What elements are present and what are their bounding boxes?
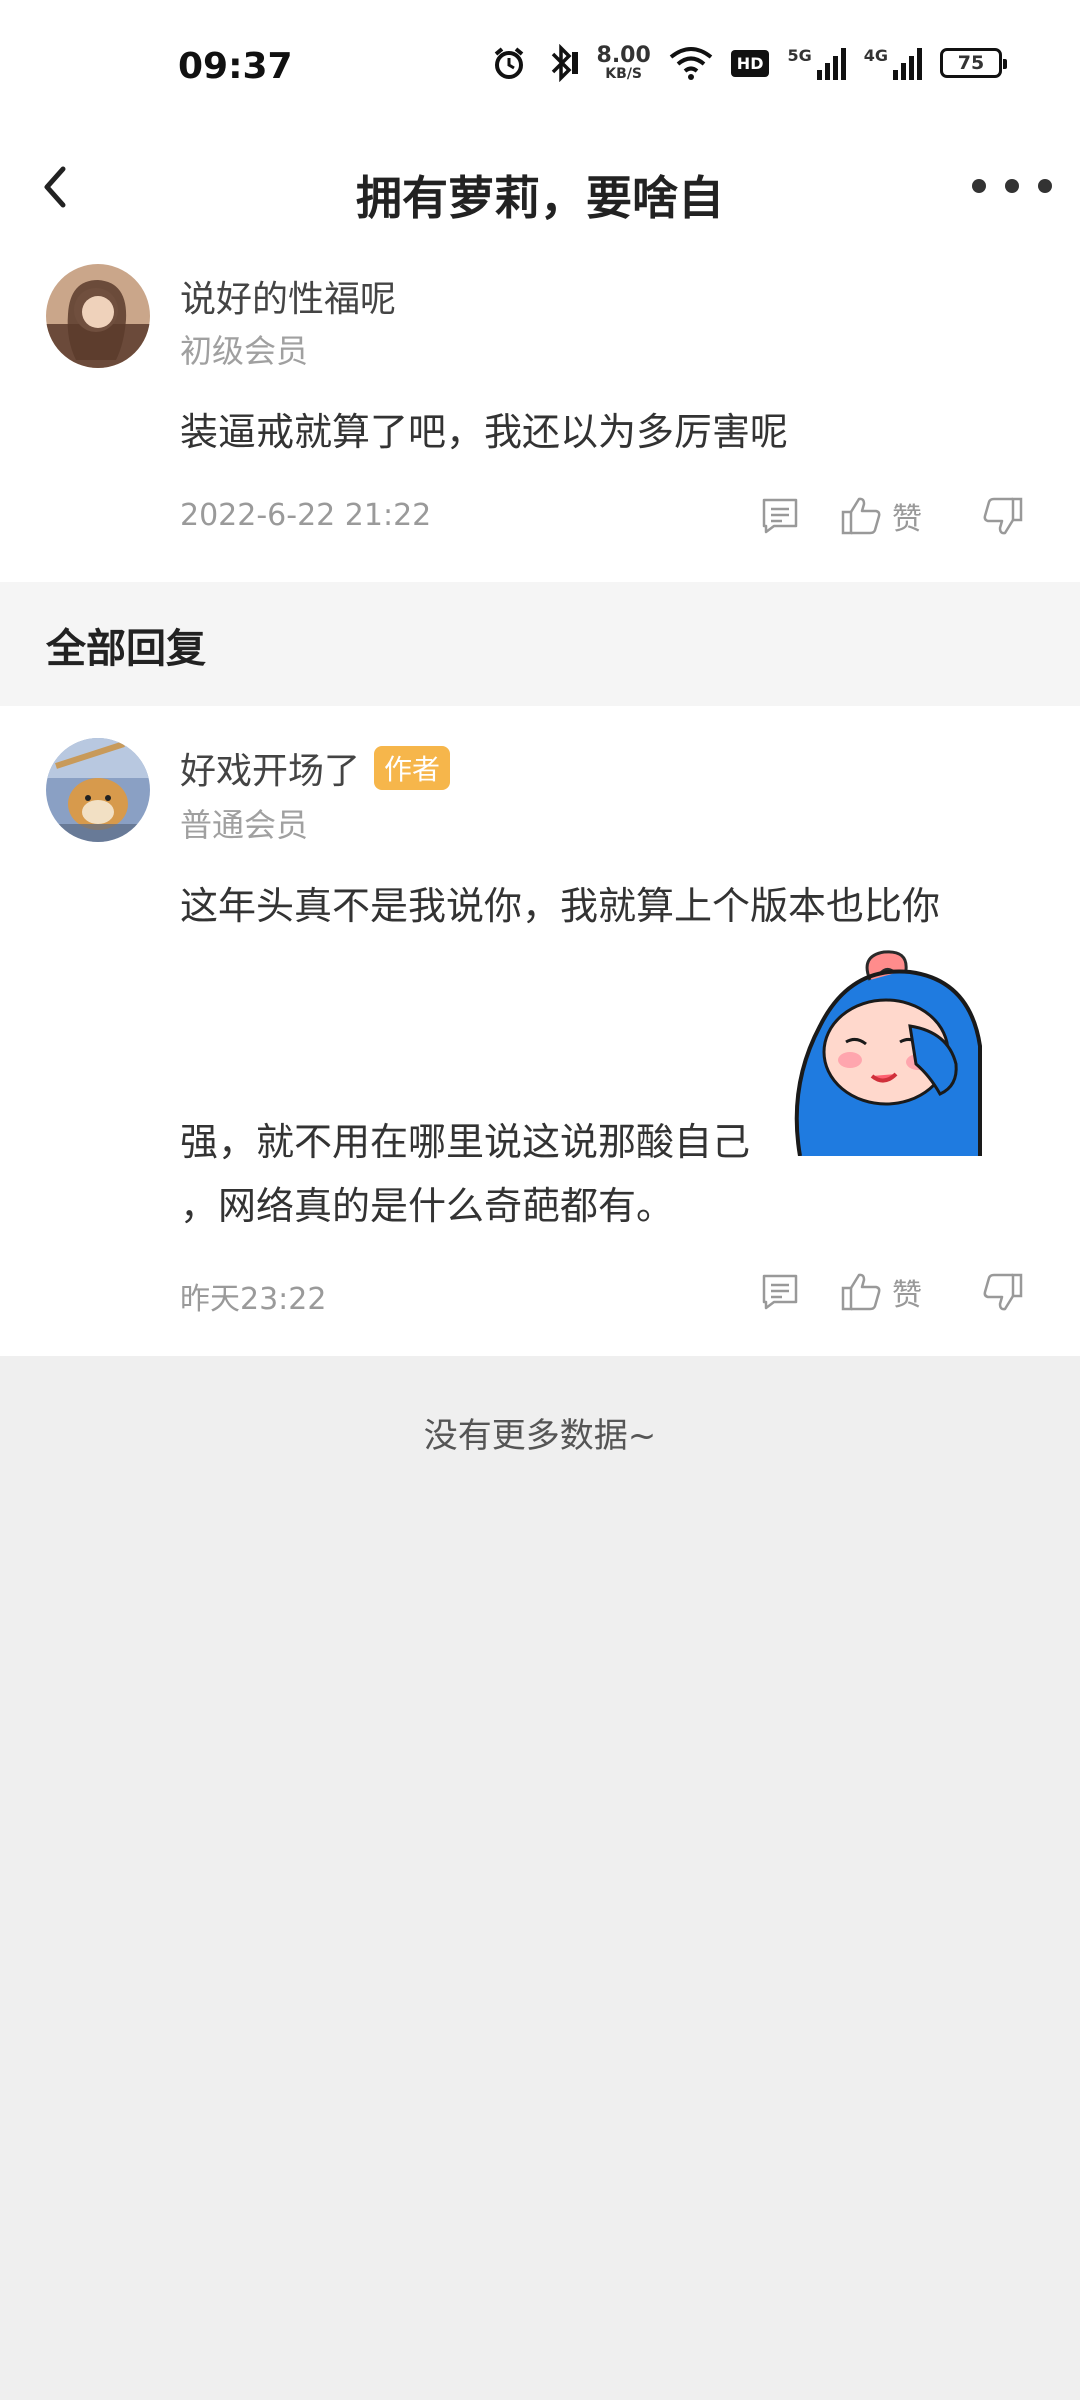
thumbs-up-icon bbox=[841, 1273, 881, 1311]
page: 09:37 8.00 KB/S HD 5G 4G 75 拥有萝莉，要啥自 说好的… bbox=[0, 0, 1080, 2400]
signal-4g-label: 4G bbox=[863, 46, 888, 65]
reply-item: 好戏开场了 作者 普通会员 这年头真不是我说你，我就算上个版本也比你 强，就不用在… bbox=[0, 706, 1080, 1356]
hd-badge: HD bbox=[730, 49, 770, 77]
comment-actions: 赞 bbox=[760, 494, 1024, 538]
page-title: 拥有萝莉，要啥自 bbox=[356, 171, 724, 225]
reply-member-level: 普通会员 bbox=[180, 806, 309, 844]
reply-like-button[interactable]: 赞 bbox=[840, 1270, 922, 1314]
reply-section-header: 全部回复 bbox=[0, 582, 1080, 706]
like-label: 赞 bbox=[892, 502, 922, 537]
reply-dislike-button[interactable] bbox=[982, 1272, 1024, 1312]
avatar[interactable] bbox=[46, 264, 150, 368]
reply-section-title: 全部回复 bbox=[46, 626, 206, 672]
comment-icon bbox=[762, 1274, 798, 1310]
more-icon bbox=[972, 179, 986, 193]
more-button[interactable] bbox=[972, 166, 1052, 206]
network-speed-unit: KB/S bbox=[605, 66, 643, 82]
reply-button[interactable] bbox=[760, 496, 800, 536]
status-icons: 8.00 KB/S HD 5G 4G 75 bbox=[491, 43, 1007, 82]
main-comment: 说好的性福呢 初级会员 装逼戒就算了吧，我还以为多厉害呢 2022-6-22 2… bbox=[0, 250, 1080, 582]
wifi-icon bbox=[669, 45, 713, 81]
battery-indicator: 75 bbox=[940, 48, 1007, 78]
username[interactable]: 说好的性福呢 bbox=[180, 270, 396, 322]
reply-username[interactable]: 好戏开场了 bbox=[180, 751, 360, 792]
like-button[interactable]: 赞 bbox=[840, 494, 922, 538]
thumbs-up-icon bbox=[841, 497, 881, 535]
header: 拥有萝莉，要啥自 bbox=[0, 130, 1080, 250]
network-speed: 8.00 KB/S bbox=[596, 43, 651, 82]
comment-text: 装逼戒就算了吧，我还以为多厉害呢 bbox=[180, 410, 789, 454]
comment-icon bbox=[762, 498, 798, 534]
reply-comment-button[interactable] bbox=[760, 1272, 800, 1312]
sticker-image bbox=[780, 946, 990, 1157]
no-more-data: 没有更多数据~ bbox=[423, 1416, 657, 1456]
status-bar: 09:37 8.00 KB/S HD 5G 4G 75 bbox=[0, 0, 1080, 130]
alarm-icon bbox=[491, 45, 527, 81]
reply-text-line-1: 这年头真不是我说你，我就算上个版本也比你 bbox=[180, 884, 941, 928]
reply-text-line-3: ，网络真的是什么奇葩都有。 bbox=[180, 1184, 675, 1228]
signal-5g: 5G bbox=[787, 46, 846, 80]
reply-like-label: 赞 bbox=[892, 1278, 922, 1313]
signal-4g: 4G bbox=[864, 46, 922, 80]
reply-timestamp: 昨天23:22 bbox=[180, 1282, 327, 1317]
network-speed-value: 8.00 bbox=[596, 43, 651, 68]
reply-actions: 赞 bbox=[760, 1270, 1024, 1314]
thumbs-down-icon bbox=[983, 1273, 1023, 1311]
author-badge: 作者 bbox=[374, 746, 451, 790]
timestamp: 2022-6-22 21:22 bbox=[180, 498, 432, 533]
reply-avatar[interactable] bbox=[46, 738, 150, 842]
member-level: 初级会员 bbox=[180, 332, 309, 370]
reply-username-row: 好戏开场了 作者 bbox=[180, 742, 451, 794]
bluetooth-icon bbox=[545, 44, 579, 82]
reply-text-line-2: 强，就不用在哪里说这说那酸自己 bbox=[180, 1120, 751, 1164]
signal-5g-label: 5G bbox=[787, 46, 812, 65]
thumbs-down-icon bbox=[983, 497, 1023, 535]
status-time: 09:37 bbox=[178, 46, 293, 87]
dislike-button[interactable] bbox=[982, 496, 1024, 536]
